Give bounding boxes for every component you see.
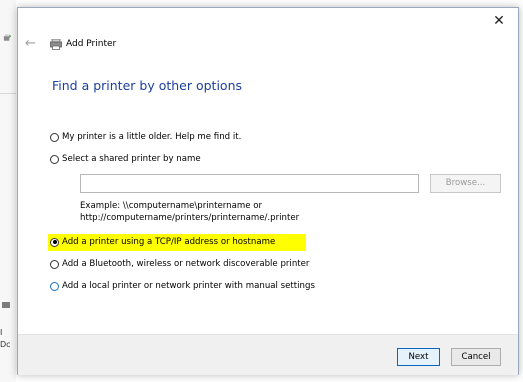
- option-label: My printer is a little older. Help me fi…: [62, 132, 242, 142]
- printer-icon: [50, 39, 62, 50]
- radio-button[interactable]: [50, 281, 59, 291]
- option-older-printer[interactable]: My printer is a little older. Help me fi…: [50, 132, 241, 142]
- browse-button[interactable]: Browse...: [430, 174, 501, 193]
- example-text: Example: \\computername\printername or: [80, 201, 263, 211]
- add-printer-dialog: ✕ ← Add Printer Find a printer by other …: [17, 7, 519, 375]
- back-arrow-icon: ←: [25, 36, 36, 51]
- cancel-button[interactable]: Cancel: [451, 348, 501, 366]
- radio-button[interactable]: [50, 154, 59, 164]
- back-button[interactable]: ←: [25, 36, 41, 52]
- shared-printer-path-input[interactable]: [80, 174, 419, 193]
- next-button[interactable]: Next: [397, 348, 440, 366]
- radio-button-checked[interactable]: [50, 237, 59, 247]
- option-label: Add a printer using a TCP/IP address or …: [62, 237, 276, 247]
- option-local-printer[interactable]: Add a local printer or network printer w…: [50, 281, 315, 291]
- option-shared-printer[interactable]: Select a shared printer by name: [50, 154, 201, 164]
- background-device-icon: [2, 302, 10, 308]
- radio-button[interactable]: [50, 132, 59, 142]
- option-label: Select a shared printer by name: [62, 154, 201, 164]
- background-text: I: [0, 328, 3, 337]
- background-text: Dc: [0, 340, 11, 349]
- option-bluetooth-printer[interactable]: Add a Bluetooth, wireless or network dis…: [50, 259, 309, 269]
- radio-button[interactable]: [50, 259, 59, 269]
- page-heading: Find a printer by other options: [52, 78, 243, 93]
- background-strip: [0, 0, 16, 382]
- option-tcp-ip-printer[interactable]: Add a printer using a TCP/IP address or …: [50, 237, 275, 247]
- dialog-title: Add Printer: [66, 39, 117, 49]
- option-label: Add a Bluetooth, wireless or network dis…: [62, 259, 310, 269]
- example-url-text: http://computername/printers/printername…: [80, 213, 300, 223]
- dialog-footer: Next Cancel: [18, 334, 518, 375]
- close-button[interactable]: ✕: [488, 10, 510, 32]
- close-icon: ✕: [493, 13, 505, 29]
- option-label: Add a local printer or network printer w…: [62, 281, 315, 291]
- printer-shortcut-icon: [3, 34, 12, 41]
- background-divider: [0, 93, 16, 94]
